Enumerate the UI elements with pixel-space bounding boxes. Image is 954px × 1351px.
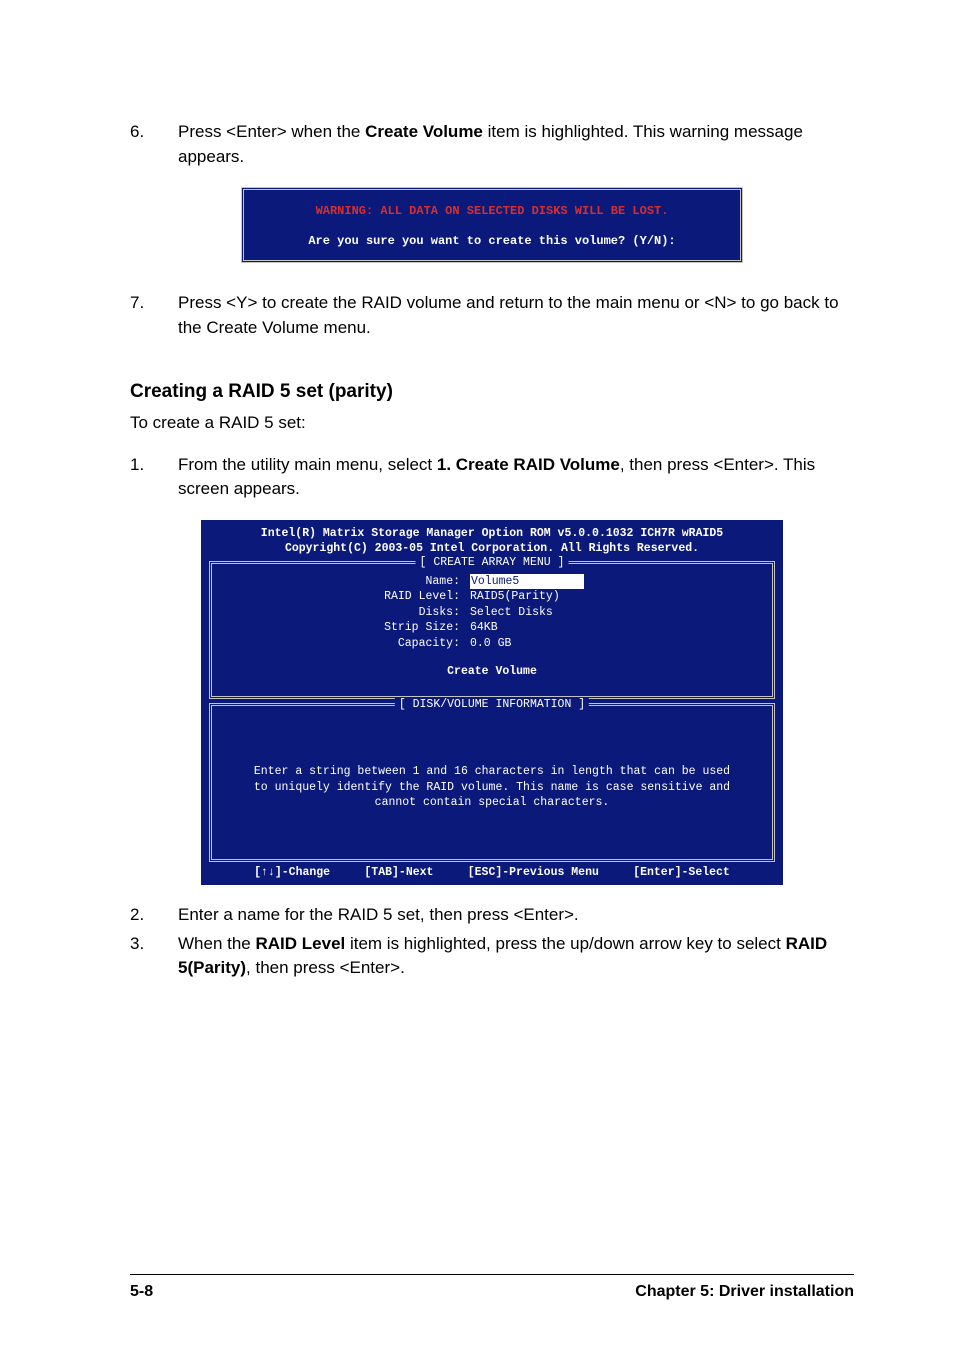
field-row-name: Name: Volume5 — [220, 574, 764, 590]
field-label: RAID Level: — [220, 589, 470, 605]
warning-text: WARNING: ALL DATA ON SELECTED DISKS WILL… — [252, 200, 732, 228]
field-row-capacity: Capacity: 0.0 GB — [220, 636, 764, 652]
field-row-strip-size: Strip Size: 64KB — [220, 620, 764, 636]
step-1: 1. From the utility main menu, select 1.… — [130, 453, 854, 502]
field-label: Name: — [220, 574, 470, 590]
text-fragment: item is highlighted, press the up/down a… — [345, 934, 785, 953]
bios-header-line1: Intel(R) Matrix Storage Manager Option R… — [209, 526, 775, 542]
step-number: 1. — [130, 453, 178, 502]
text-fragment: When the — [178, 934, 256, 953]
manual-page: 6. Press <Enter> when the Create Volume … — [0, 0, 954, 1351]
step-number: 3. — [130, 932, 178, 981]
field-value: Volume5 — [470, 574, 764, 590]
field-value[interactable]: 64KB — [470, 620, 764, 636]
help-text: Enter a string between 1 and 16 characte… — [220, 716, 764, 841]
field-value[interactable]: Select Disks — [470, 605, 764, 621]
help-line: Enter a string between 1 and 16 characte… — [230, 764, 754, 780]
create-volume-label: Create Volume — [365, 122, 483, 141]
warning-prompt: Are you sure you want to create this vol… — [252, 228, 732, 248]
menu-option-label: 1. Create RAID Volume — [437, 455, 620, 474]
panel-title: [ DISK/VOLUME INFORMATION ] — [395, 698, 589, 711]
step-6: 6. Press <Enter> when the Create Volume … — [130, 120, 854, 169]
step-number: 7. — [130, 291, 178, 340]
step-number: 2. — [130, 903, 178, 928]
warning-dialog: WARNING: ALL DATA ON SELECTED DISKS WILL… — [241, 187, 743, 263]
step-text: Enter a name for the RAID 5 set, then pr… — [178, 903, 854, 928]
panel-title: [ CREATE ARRAY MENU ] — [416, 556, 569, 569]
key-hint-change: [↑↓]-Change — [254, 866, 330, 879]
step-text: From the utility main menu, select 1. Cr… — [178, 453, 854, 502]
field-label: Disks: — [220, 605, 470, 621]
field-value[interactable]: 0.0 GB — [470, 636, 764, 652]
key-hint-next: [TAB]-Next — [364, 866, 433, 879]
key-hint-select: [Enter]-Select — [633, 866, 730, 879]
text-fragment: Press <Enter> when the — [178, 122, 365, 141]
name-input-selected[interactable]: Volume5 — [470, 574, 520, 590]
text-fragment: , then press <Enter>. — [246, 958, 405, 977]
disk-volume-info-panel: [ DISK/VOLUME INFORMATION ] Enter a stri… — [209, 703, 775, 862]
step-7: 7. Press <Y> to create the RAID volume a… — [130, 291, 854, 340]
create-volume-action[interactable]: Create Volume — [220, 651, 764, 678]
step-number: 6. — [130, 120, 178, 169]
field-row-disks: Disks: Select Disks — [220, 605, 764, 621]
step-text: Press <Y> to create the RAID volume and … — [178, 291, 854, 340]
raid-level-label: RAID Level — [256, 934, 346, 953]
step-3: 3. When the RAID Level item is highlight… — [130, 932, 854, 981]
bios-screen: Intel(R) Matrix Storage Manager Option R… — [201, 520, 783, 885]
field-value[interactable]: RAID5(Parity) — [470, 589, 764, 605]
section-intro: To create a RAID 5 set: — [130, 413, 854, 433]
create-array-panel: [ CREATE ARRAY MENU ] Name: Volume5 RAID… — [209, 561, 775, 700]
key-hint-previous: [ESC]-Previous Menu — [468, 866, 599, 879]
bios-header-line2: Copyright(C) 2003-05 Intel Corporation. … — [209, 541, 775, 557]
chapter-title: Chapter 5: Driver installation — [635, 1283, 854, 1301]
step-text: When the RAID Level item is highlighted,… — [178, 932, 854, 981]
help-line: cannot contain special characters. — [230, 795, 754, 811]
text-fragment: From the utility main menu, select — [178, 455, 437, 474]
step-text: Press <Enter> when the Create Volume ite… — [178, 120, 854, 169]
page-number: 5-8 — [130, 1283, 153, 1301]
help-line: to uniquely identify the RAID volume. Th… — [230, 780, 754, 796]
field-label: Strip Size: — [220, 620, 470, 636]
section-heading: Creating a RAID 5 set (parity) — [130, 381, 854, 403]
bios-key-legend: [↑↓]-Change [TAB]-Next [ESC]-Previous Me… — [209, 862, 775, 879]
field-row-raid-level: RAID Level: RAID5(Parity) — [220, 589, 764, 605]
cursor-pad — [520, 574, 584, 590]
step-2: 2. Enter a name for the RAID 5 set, then… — [130, 903, 854, 928]
page-footer: 5-8 Chapter 5: Driver installation — [130, 1274, 854, 1301]
field-label: Capacity: — [220, 636, 470, 652]
